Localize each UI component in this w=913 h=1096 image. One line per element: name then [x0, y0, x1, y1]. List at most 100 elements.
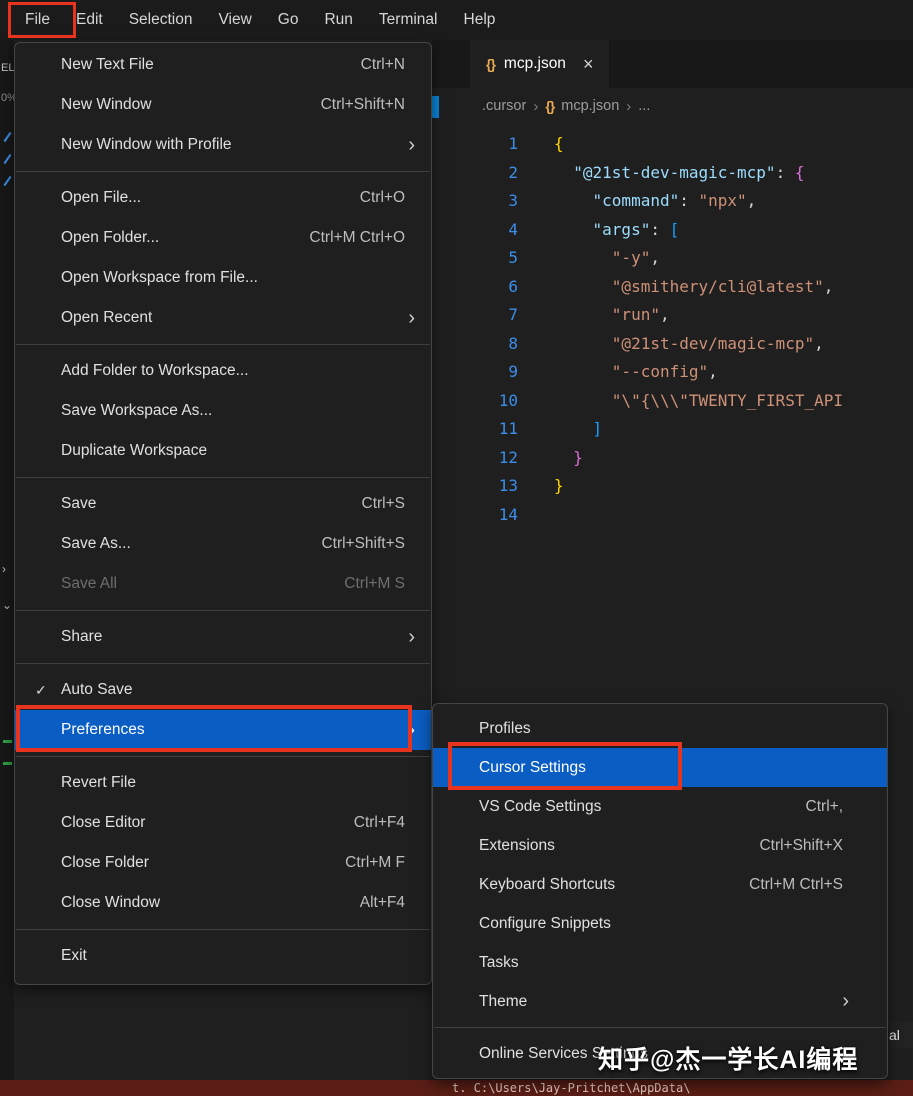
- breadcrumb-symbol[interactable]: ...: [638, 98, 650, 114]
- menu-item-open-recent[interactable]: Open Recent›: [15, 298, 431, 338]
- menu-item-cursor-settings[interactable]: Cursor Settings: [433, 748, 887, 787]
- preferences-submenu: Profiles Cursor Settings VS Code SettingsC…: [432, 703, 888, 1079]
- menu-item-configure-snippets[interactable]: Configure Snippets: [433, 904, 887, 943]
- shortcut-label: Ctrl+,: [806, 798, 887, 816]
- menu-item-label: Save: [61, 495, 362, 513]
- menu-item-close-editor[interactable]: Close EditorCtrl+F4: [15, 803, 431, 843]
- menu-item-revert-file[interactable]: Revert File: [15, 763, 431, 803]
- menubar-item-edit[interactable]: Edit: [63, 0, 116, 40]
- menu-item-label: Open Folder...: [61, 229, 309, 247]
- menu-item-label: Close Folder: [61, 854, 345, 872]
- menu-item-save[interactable]: SaveCtrl+S: [15, 484, 431, 524]
- menu-item-close-folder[interactable]: Close FolderCtrl+M F: [15, 843, 431, 883]
- line-content: "@21st-dev-magic-mcp": {: [554, 159, 804, 188]
- chevron-right-icon: ›: [533, 98, 538, 115]
- shortcut-label: Ctrl+Shift+X: [759, 837, 887, 855]
- menu-item-add-folder-to-workspace[interactable]: Add Folder to Workspace...: [15, 351, 431, 391]
- breadcrumb-folder[interactable]: .cursor: [482, 98, 526, 114]
- menu-item-new-window[interactable]: New WindowCtrl+Shift+N: [15, 85, 431, 125]
- menu-item-open-folder[interactable]: Open Folder...Ctrl+M Ctrl+O: [15, 218, 431, 258]
- menubar-item-terminal[interactable]: Terminal: [366, 0, 451, 40]
- code-line: 14: [432, 501, 913, 530]
- line-number: 7: [432, 301, 518, 330]
- menu-item-label: Open Workspace from File...: [61, 269, 405, 287]
- menubar-item-view[interactable]: View: [205, 0, 264, 40]
- panel-corner-fragment: al: [889, 1022, 913, 1048]
- shortcut-label: Ctrl+M Ctrl+O: [309, 229, 431, 247]
- menu-item-save-workspace-as[interactable]: Save Workspace As...: [15, 391, 431, 431]
- menu-item-preferences[interactable]: Preferences›: [15, 710, 431, 750]
- menu-item-open-workspace-from-file[interactable]: Open Workspace from File...: [15, 258, 431, 298]
- menu-item-label: Cursor Settings: [479, 759, 843, 777]
- menu-item-label: Tasks: [479, 954, 843, 972]
- watermark: 知乎@杰一学长AI编程: [598, 1040, 858, 1076]
- menu-item-label: Close Editor: [61, 814, 354, 832]
- shortcut-label: Ctrl+M S: [344, 575, 431, 593]
- menubar-item-selection[interactable]: Selection: [116, 0, 206, 40]
- line-number: 5: [432, 244, 518, 273]
- json-file-icon: {}: [486, 56, 495, 72]
- breadcrumb: .cursor › {} mcp.json › ...: [432, 88, 913, 124]
- code-line: 11 ]: [432, 415, 913, 444]
- menu-item-extensions[interactable]: ExtensionsCtrl+Shift+X: [433, 826, 887, 865]
- menu-item-open-file[interactable]: Open File...Ctrl+O: [15, 178, 431, 218]
- code-line: 8 "@21st-dev/magic-mcp",: [432, 330, 913, 359]
- tab-close-icon[interactable]: ×: [583, 55, 594, 73]
- menu-item-save-as[interactable]: Save As...Ctrl+Shift+S: [15, 524, 431, 564]
- menubar-item-go[interactable]: Go: [265, 0, 312, 40]
- menu-separator: [16, 756, 430, 757]
- breadcrumb-file[interactable]: mcp.json: [561, 98, 619, 114]
- menu-item-exit[interactable]: Exit: [15, 936, 431, 976]
- code-line: 4 "args": [: [432, 216, 913, 245]
- submenu-arrow-icon: ›: [408, 134, 431, 157]
- shortcut-label: Ctrl+M F: [345, 854, 431, 872]
- menu-item-keyboard-shortcuts[interactable]: Keyboard ShortcutsCtrl+M Ctrl+S: [433, 865, 887, 904]
- menu-item-theme[interactable]: Theme›: [433, 982, 887, 1021]
- line-content: }: [554, 444, 583, 473]
- menu-item-close-window[interactable]: Close WindowAlt+F4: [15, 883, 431, 923]
- submenu-arrow-icon: ›: [408, 307, 431, 330]
- menubar-item-file[interactable]: File: [12, 0, 63, 40]
- line-number: 11: [432, 415, 518, 444]
- menu-separator: [16, 344, 430, 345]
- code-line: 5 "-y",: [432, 244, 913, 273]
- menubar-item-help[interactable]: Help: [451, 0, 509, 40]
- menu-item-profiles[interactable]: Profiles: [433, 709, 887, 748]
- git-indicator: [3, 762, 12, 765]
- checkmark-icon: ✓: [15, 682, 61, 699]
- menu-item-label: Extensions: [479, 837, 759, 855]
- line-content: {: [554, 130, 564, 159]
- shortcut-label: Ctrl+Shift+N: [321, 96, 431, 114]
- file-menu-dropdown: New Text FileCtrl+NNew WindowCtrl+Shift+…: [14, 42, 432, 985]
- menu-item-label: Auto Save: [61, 681, 405, 699]
- line-content: }: [554, 472, 564, 501]
- menu-item-label: New Text File: [61, 56, 361, 74]
- menu-item-auto-save[interactable]: ✓Auto Save: [15, 670, 431, 710]
- chevron-down-icon: ⌄: [2, 598, 12, 612]
- menu-item-label: Share: [61, 628, 408, 646]
- code-line: 13}: [432, 472, 913, 501]
- line-content: "run",: [554, 301, 670, 330]
- menu-item-new-text-file[interactable]: New Text FileCtrl+N: [15, 45, 431, 85]
- editor-tab-bar: {} mcp.json ×: [432, 40, 913, 88]
- line-number: 4: [432, 216, 518, 245]
- menu-item-label: Close Window: [61, 894, 360, 912]
- menu-item-new-window-with-profile[interactable]: New Window with Profile›: [15, 125, 431, 165]
- menu-item-tasks[interactable]: Tasks: [433, 943, 887, 982]
- shortcut-label: Ctrl+Shift+S: [321, 535, 431, 553]
- tab-mcp-json[interactable]: {} mcp.json ×: [470, 40, 609, 88]
- code-line: 12 }: [432, 444, 913, 473]
- line-number: 13: [432, 472, 518, 501]
- terminal-output-fragment: t. C:\Users\Jay-Pritchet\AppData\: [0, 1080, 913, 1096]
- menu-item-share[interactable]: Share›: [15, 617, 431, 657]
- line-content: ]: [554, 415, 602, 444]
- menu-item-vs-code-settings[interactable]: VS Code SettingsCtrl+,: [433, 787, 887, 826]
- menubar-item-run[interactable]: Run: [311, 0, 365, 40]
- line-number: 10: [432, 387, 518, 416]
- line-number: 12: [432, 444, 518, 473]
- git-indicator: [3, 740, 12, 743]
- menu-item-label: Save Workspace As...: [61, 402, 405, 420]
- tab-title: mcp.json: [504, 55, 566, 73]
- sidebar-mark: [4, 132, 12, 142]
- menu-item-duplicate-workspace[interactable]: Duplicate Workspace: [15, 431, 431, 471]
